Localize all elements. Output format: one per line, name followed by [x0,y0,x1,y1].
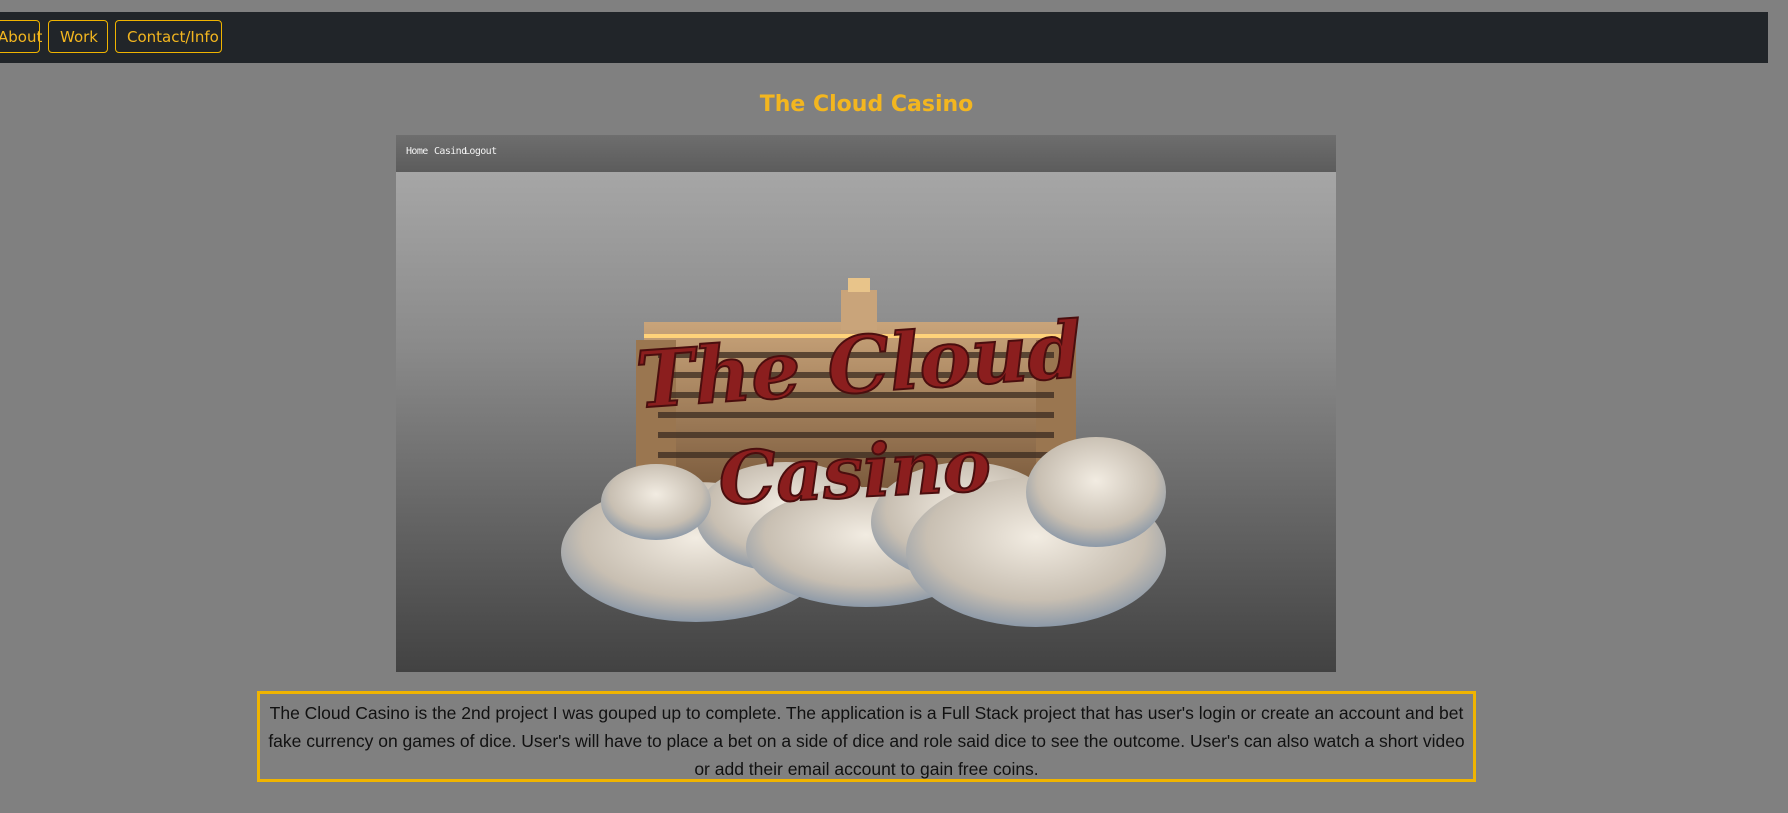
screenshot-nav-home: Home [406,146,428,157]
screenshot-navbar: Home Casino Logout [396,135,1336,172]
project-title: The Cloud Casino [759,92,974,117]
project-description: The Cloud Casino is the 2nd project I wa… [257,691,1476,782]
top-navbar: About Work Contact/Info [0,12,1768,63]
project-screenshot: Home Casino Logout The Cloud Casino [396,135,1336,672]
cloud-casino-logo: The Cloud Casino [561,278,1166,627]
about-button[interactable]: About [0,20,42,53]
screenshot-nav-logout: Logout [464,146,497,157]
contact-info-button[interactable]: Contact/Info [115,20,222,53]
screenshot-nav-casino: Casino [434,146,467,157]
work-button[interactable]: Work [48,20,108,53]
logo-line-2: Casino [717,422,993,521]
